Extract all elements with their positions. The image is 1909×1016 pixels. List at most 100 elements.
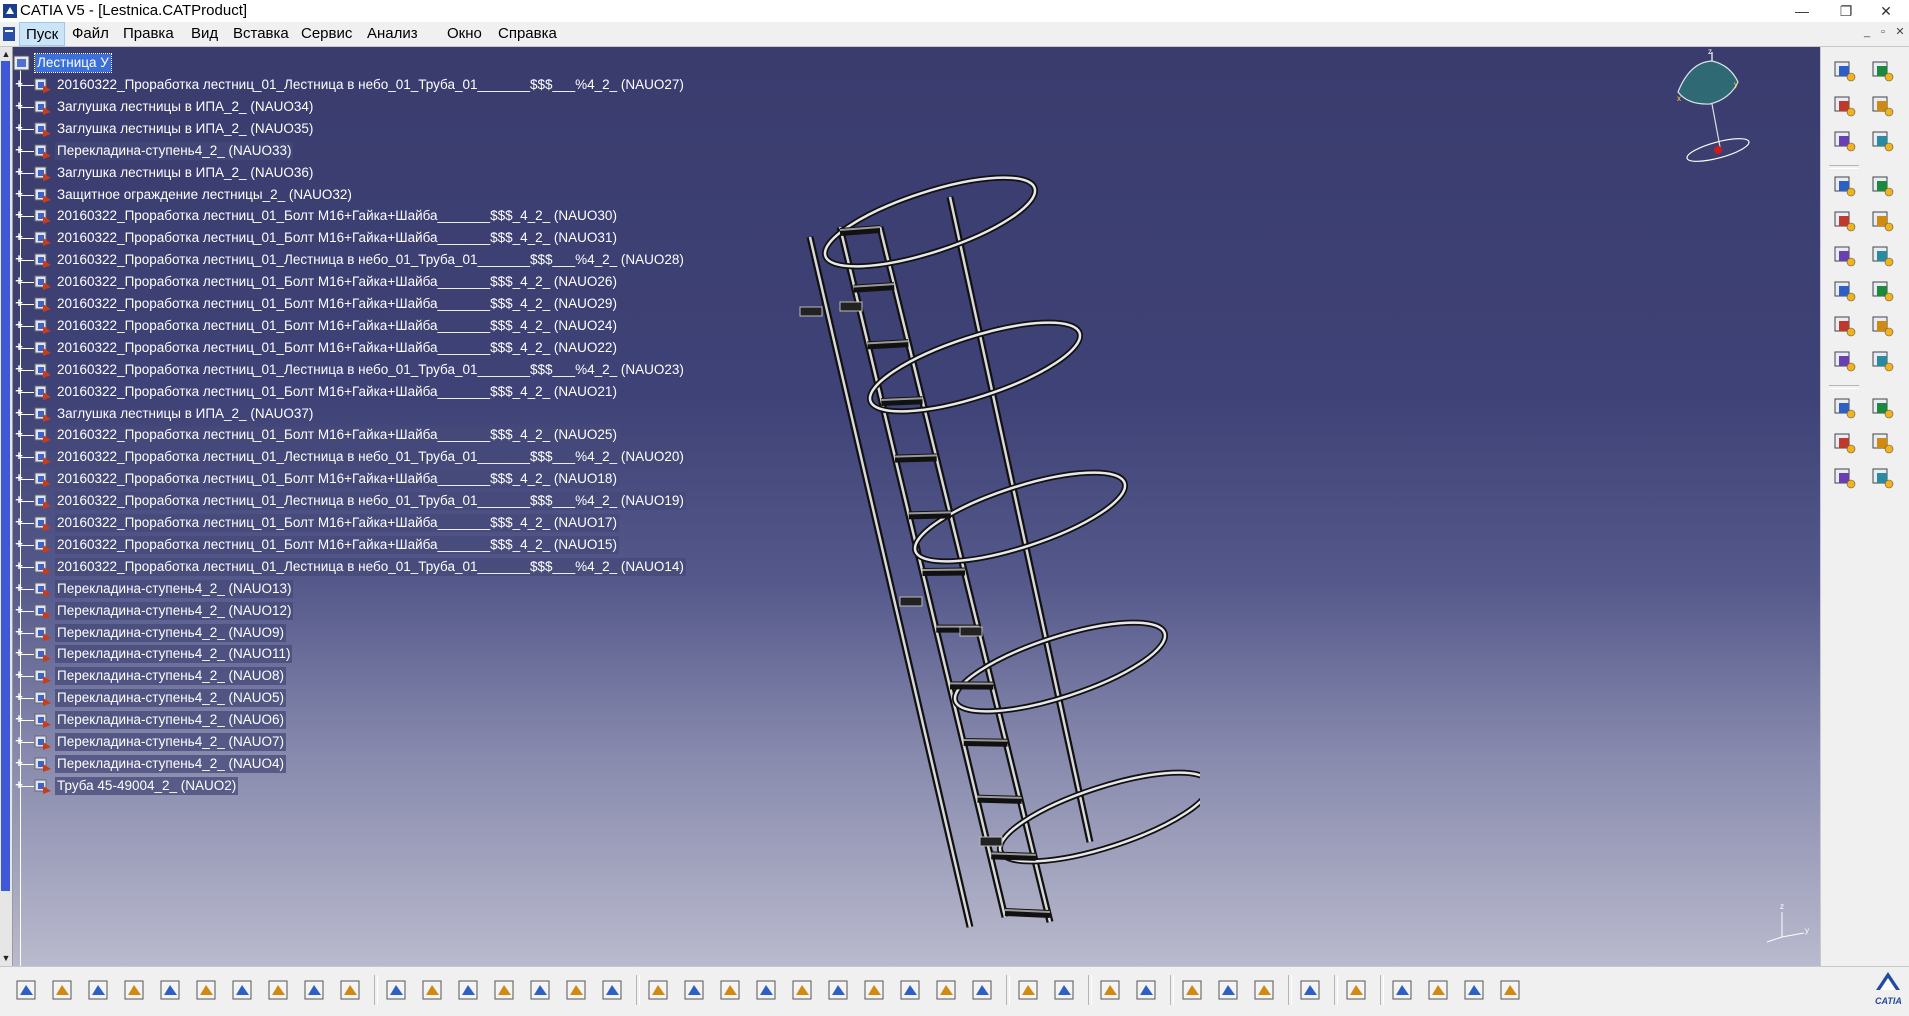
paste-icon[interactable] — [228, 975, 258, 1005]
grid-icon[interactable] — [1496, 975, 1526, 1005]
tree-root-node[interactable]: Лестница У — [12, 52, 712, 74]
expand-icon[interactable]: + — [14, 364, 24, 374]
tree-node[interactable]: +20160322_Проработка лестниц_01_Болт М16… — [12, 468, 712, 490]
expand-icon[interactable]: + — [14, 298, 24, 308]
tree-node[interactable]: +Заглушка лестницы в ИПА_2_ (NAUO36) — [12, 162, 712, 184]
tree-node-label[interactable]: 20160322_Проработка лестниц_01_Лестница … — [55, 492, 686, 510]
menu-view[interactable]: Вид — [185, 22, 224, 46]
tree-node[interactable]: +20160322_Проработка лестниц_01_Болт М16… — [12, 512, 712, 534]
rotate-icon[interactable] — [752, 975, 782, 1005]
tree-node-label[interactable]: Заглушка лестницы в ИПА_2_ (NAUO35) — [55, 120, 315, 138]
tree-node-label[interactable]: Перекладина-ступень4_2_ (NAUO9) — [55, 624, 286, 642]
tree-node-label[interactable]: Перекладина-ступень4_2_ (NAUO33) — [55, 142, 293, 160]
multi-view-icon[interactable] — [896, 975, 926, 1005]
expand-icon[interactable]: + — [14, 758, 24, 768]
3d-viewport[interactable]: ▲ ▼ Лестница У +20160322_Проработка лест… — [0, 47, 1820, 966]
scroll-down-arrow[interactable]: ▼ — [1, 952, 11, 964]
doc-minimize-button[interactable]: _ — [1859, 24, 1875, 40]
contact-constraint-icon[interactable] — [1831, 277, 1859, 305]
tree-node[interactable]: +Перекладина-ступень4_2_ (NAUO7) — [12, 731, 712, 753]
open-icon[interactable] — [48, 975, 78, 1005]
change-constraint-icon[interactable] — [1869, 394, 1897, 422]
tree-node-label[interactable]: Перекладина-ступень4_2_ (NAUO11) — [55, 645, 292, 663]
tree-node-label[interactable]: Заглушка лестницы в ИПА_2_ (NAUO36) — [55, 164, 315, 182]
tree-node[interactable]: +Перекладина-ступень4_2_ (NAUO6) — [12, 709, 712, 731]
comment-icon[interactable] — [418, 975, 448, 1005]
expand-icon[interactable]: + — [14, 79, 24, 89]
capture-icon[interactable] — [1132, 975, 1162, 1005]
fix-together-icon[interactable] — [1831, 347, 1859, 375]
expand-icon[interactable]: + — [14, 517, 24, 527]
scroll-up-arrow[interactable]: ▲ — [1, 48, 11, 60]
menu-analysis[interactable]: Анализ — [361, 22, 424, 46]
knowledge-icon[interactable] — [562, 975, 592, 1005]
tree-node[interactable]: +20160322_Проработка лестниц_01_Лестница… — [12, 446, 712, 468]
undo-icon[interactable] — [264, 975, 294, 1005]
expand-icon[interactable]: + — [14, 780, 24, 790]
material-icon[interactable] — [1424, 975, 1454, 1005]
tree-node-label[interactable]: 20160322_Проработка лестниц_01_Болт М16+… — [55, 229, 619, 247]
tools-options-icon[interactable] — [454, 975, 484, 1005]
tree-node-label[interactable]: 20160322_Проработка лестниц_01_Лестница … — [55, 558, 686, 576]
tree-node[interactable]: +20160322_Проработка лестниц_01_Лестница… — [12, 249, 712, 271]
tree-node[interactable]: +20160322_Проработка лестниц_01_Болт М16… — [12, 534, 712, 556]
expand-icon[interactable]: + — [14, 473, 24, 483]
tree-node[interactable]: +Труба 45-49004_2_ (NAUO2) — [12, 775, 712, 797]
whats-this-icon[interactable] — [336, 975, 366, 1005]
expand-icon[interactable]: + — [14, 429, 24, 439]
expand-icon[interactable]: + — [14, 386, 24, 396]
zoom-in-icon[interactable] — [788, 975, 818, 1005]
expand-icon[interactable]: + — [14, 408, 24, 418]
expand-icon[interactable]: + — [14, 583, 24, 593]
menu-file[interactable]: Файл — [66, 22, 115, 46]
tree-node-label[interactable]: 20160322_Проработка лестниц_01_Болт М16+… — [55, 470, 619, 488]
measure-item-icon[interactable] — [1214, 975, 1244, 1005]
tree-node[interactable]: +Перекладина-ступень4_2_ (NAUO8) — [12, 665, 712, 687]
tree-node-label[interactable]: Заглушка лестницы в ИПА_2_ (NAUO37) — [55, 405, 315, 423]
pan-icon[interactable] — [716, 975, 746, 1005]
tree-node-label[interactable]: Перекладина-ступень4_2_ (NAUO7) — [55, 733, 286, 751]
expand-icon[interactable]: + — [14, 342, 24, 352]
fit-all-icon[interactable] — [680, 975, 710, 1005]
tree-node[interactable]: +20160322_Проработка лестниц_01_Болт М16… — [12, 337, 712, 359]
normal-view-icon[interactable] — [860, 975, 890, 1005]
graph-tree-icon[interactable] — [1869, 92, 1897, 120]
isometric-view-icon[interactable] — [932, 975, 962, 1005]
expand-icon[interactable]: + — [14, 451, 24, 461]
render-style-icon[interactable] — [1388, 975, 1418, 1005]
tree-node-label[interactable]: 20160322_Проработка лестниц_01_Болт М16+… — [55, 383, 619, 401]
expand-icon[interactable]: + — [14, 627, 24, 637]
explode-icon[interactable] — [1869, 207, 1897, 235]
measure-inertia-icon[interactable] — [1250, 975, 1280, 1005]
tree-node[interactable]: +20160322_Проработка лестниц_01_Болт М16… — [12, 227, 712, 249]
expand-icon[interactable]: + — [14, 123, 24, 133]
expand-icon[interactable]: + — [14, 561, 24, 571]
menu-help[interactable]: Справка — [492, 22, 563, 46]
expand-icon[interactable]: + — [14, 145, 24, 155]
existing-component-icon[interactable] — [1869, 57, 1897, 85]
fast-multi-instantiation-icon[interactable] — [1831, 172, 1859, 200]
expand-icon[interactable]: + — [14, 232, 24, 242]
copy-icon[interactable] — [192, 975, 222, 1005]
expand-icon[interactable]: + — [14, 189, 24, 199]
ladder-3d-model[interactable] — [780, 127, 1200, 947]
expand-icon[interactable]: + — [14, 692, 24, 702]
minimize-button[interactable]: — — [1779, 0, 1825, 22]
zoom-out-icon[interactable] — [824, 975, 854, 1005]
tree-node-label[interactable]: 20160322_Проработка лестниц_01_Болт М16+… — [55, 426, 619, 444]
coincidence-constraint-icon[interactable] — [1869, 242, 1897, 270]
redo-icon[interactable] — [300, 975, 330, 1005]
apply-material-icon[interactable] — [1460, 975, 1490, 1005]
print-icon[interactable] — [120, 975, 150, 1005]
tree-node[interactable]: +20160322_Проработка лестниц_01_Лестница… — [12, 74, 712, 96]
menu-start[interactable]: Пуск — [19, 22, 65, 46]
doc-restore-button[interactable]: ▫ — [1875, 24, 1891, 40]
expand-icon[interactable]: + — [14, 648, 24, 658]
catalog-browser-icon[interactable] — [1178, 975, 1208, 1005]
tree-node-label[interactable]: 20160322_Проработка лестниц_01_Болт М16+… — [55, 514, 619, 532]
tree-node-label[interactable]: Заглушка лестницы в ИПА_2_ (NAUO34) — [55, 98, 315, 116]
tree-node[interactable]: +20160322_Проработка лестниц_01_Болт М16… — [12, 271, 712, 293]
tree-node[interactable]: + Заглушка лестницы в ИПА_2_ (NAUO37) — [12, 403, 712, 425]
tree-node-label[interactable]: 20160322_Проработка лестниц_01_Болт М16+… — [55, 339, 619, 357]
tree-node[interactable]: +20160322_Проработка лестниц_01_Болт М16… — [12, 205, 712, 227]
